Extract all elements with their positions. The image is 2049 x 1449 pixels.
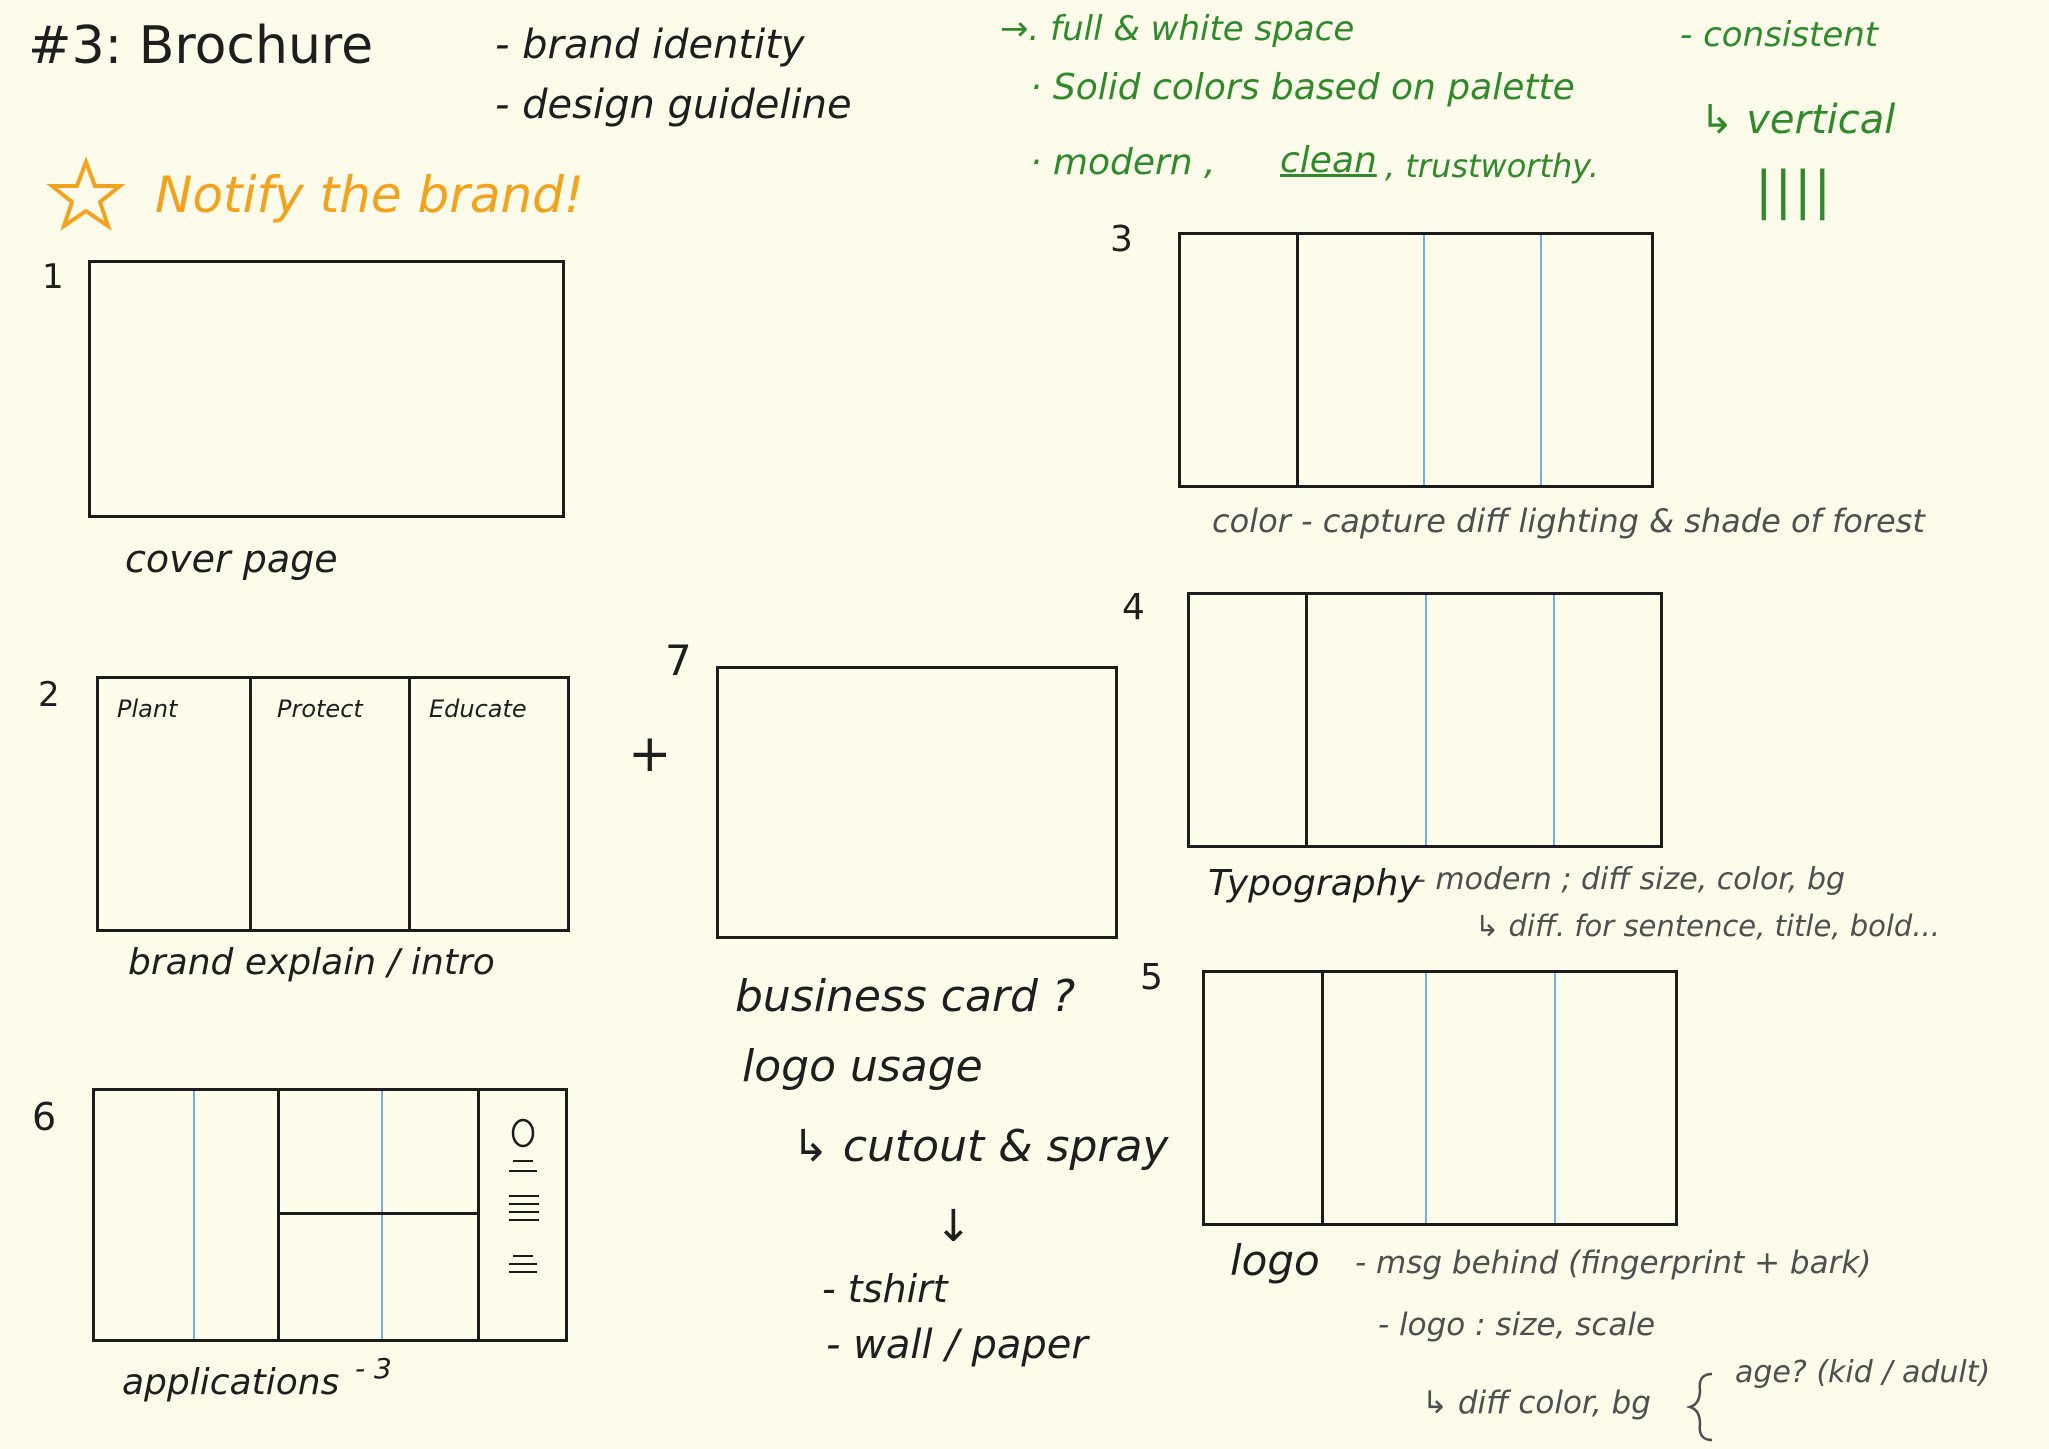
typography-note: - modern ; diff size, color, bg	[1415, 862, 1846, 897]
brand-intro-sketch: Plant Protect Educate	[96, 676, 570, 932]
typography-caption: Typography	[1208, 863, 1420, 904]
panel-divider	[1296, 235, 1299, 485]
logo-note-msg: - msg behind (fingerprint + bark)	[1355, 1245, 1872, 1281]
color-page-sketch	[1178, 232, 1654, 488]
business-card-sketch	[716, 666, 1118, 939]
note-clean: clean	[1280, 140, 1377, 181]
cover-page-caption: cover page	[125, 537, 338, 581]
page-number-2: 2	[38, 675, 60, 715]
guide-line	[381, 1091, 383, 1339]
brand-intro-caption: brand explain / intro	[128, 942, 495, 983]
page-number-4: 4	[1122, 587, 1145, 628]
guide-line	[1553, 595, 1555, 845]
page-number-7: 7	[665, 636, 692, 685]
sketch-symbols	[509, 1118, 539, 1273]
logo-note-age: age? (kid / adult)	[1735, 1355, 1991, 1390]
note-vertical: ↳ vertical	[1700, 97, 1896, 143]
star-icon	[46, 156, 126, 231]
notify-note: Notify the brand!	[155, 166, 584, 224]
tshirt-note: - tshirt	[822, 1267, 948, 1311]
panel-divider	[277, 1091, 280, 1339]
panel-divider	[277, 1212, 477, 1215]
applications-sketch	[92, 1088, 568, 1342]
logo-page-sketch	[1202, 970, 1678, 1226]
logo-note-size: - logo : size, scale	[1378, 1307, 1656, 1343]
page-number-1: 1	[42, 257, 64, 297]
panel-divider	[408, 679, 411, 929]
note-modern: · modern ,	[1030, 142, 1216, 183]
logo-note-color: ↳ diff color, bg	[1422, 1385, 1651, 1421]
note-solid-colors: · Solid colors based on palette	[1030, 67, 1575, 108]
logo-usage-caption: logo usage	[742, 1041, 983, 1092]
panel-label-educate: Educate	[429, 695, 527, 723]
guide-line	[1554, 973, 1556, 1223]
guide-line	[1540, 235, 1542, 485]
panel-divider	[1321, 973, 1324, 1223]
color-caption: color - capture diff lighting & shade of…	[1212, 502, 1925, 540]
cutout-spray-note: ↳ cutout & spray	[792, 1121, 1169, 1172]
applications-caption: applications	[122, 1362, 340, 1403]
page-number-6: 6	[32, 1095, 57, 1139]
panel-label-protect: Protect	[277, 695, 363, 723]
panel-divider	[1305, 595, 1308, 845]
guide-line	[1425, 595, 1427, 845]
panel-label-plant: Plant	[117, 695, 178, 723]
panel-divider	[249, 679, 252, 929]
typography-page-sketch	[1187, 592, 1663, 848]
brace-icon	[1685, 1372, 1713, 1442]
note-trustworthy: , trustworthy.	[1385, 147, 1599, 185]
note-full-white-space: →. full & white space	[1000, 9, 1355, 49]
panel-divider	[477, 1091, 480, 1339]
note-vertical-lines: ||||	[1755, 161, 1834, 221]
guide-line	[193, 1091, 195, 1339]
goal-brand-identity: - brand identity	[495, 22, 805, 68]
typography-subnote: ↳ diff. for sentence, title, bold...	[1475, 909, 1940, 943]
business-card-caption: business card ?	[735, 971, 1076, 1022]
applications-note: - 3	[355, 1352, 392, 1385]
page-title: #3: Brochure	[28, 16, 374, 76]
guide-line	[1425, 973, 1427, 1223]
page-number-3: 3	[1110, 219, 1133, 260]
wall-paper-note: - wall / paper	[826, 1322, 1088, 1368]
note-consistent: - consistent	[1680, 15, 1879, 55]
guide-line	[1423, 235, 1425, 485]
cover-page-sketch	[88, 260, 565, 518]
page-number-5: 5	[1140, 957, 1163, 998]
plus-sign: +	[628, 724, 672, 784]
logo-caption: logo	[1230, 1236, 1320, 1285]
goal-design-guideline: - design guideline	[495, 82, 852, 128]
arrow-down-icon: ↓	[935, 1201, 972, 1252]
